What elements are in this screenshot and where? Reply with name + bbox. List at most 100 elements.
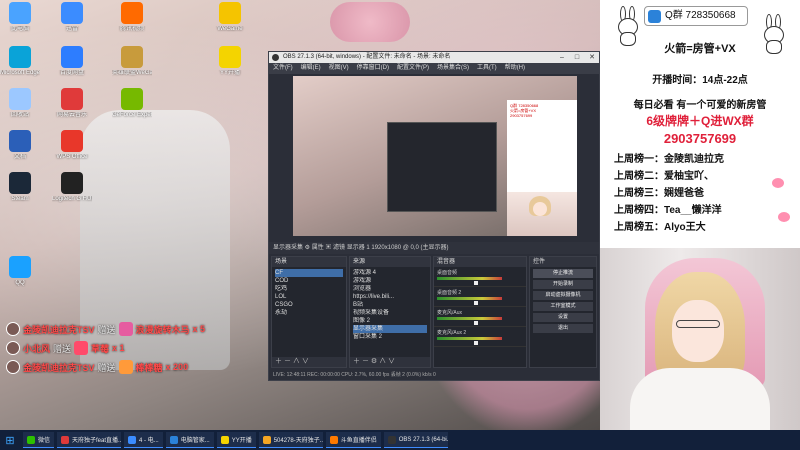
webcam-feed	[600, 248, 800, 430]
obs-menu-item[interactable]: 视图(V)	[329, 63, 349, 74]
taskbar-item[interactable]: 4 - 电...	[124, 432, 163, 448]
app-icon	[220, 435, 229, 444]
list-item[interactable]: 游戏源	[353, 277, 427, 285]
list-item[interactable]: 浏览器	[353, 285, 427, 293]
volume-slider-handle[interactable]	[474, 341, 478, 345]
obs-titlebar[interactable]: OBS 27.1.3 (64-bit, windows) - 配置文件: 未命名…	[269, 52, 599, 63]
obs-preview[interactable]: Q群 728350668 火箭=房管+VX 2903757699	[293, 76, 577, 236]
desktop-icon[interactable]: WeGame	[210, 2, 250, 33]
list-item[interactable]: CSGO	[275, 301, 343, 309]
wx-group-number: 2903757699	[663, 131, 737, 146]
mixer-channel-label: 麦克风/Aux 2	[437, 330, 467, 336]
desktop-icon[interactable]: 迅雷	[52, 2, 92, 33]
windows-start-icon[interactable]: ⊞	[0, 430, 20, 450]
mixer-channel[interactable]: 桌面音频	[434, 267, 526, 287]
list-item[interactable]: CF	[275, 269, 343, 277]
taskbar-item-label: 天府独子feat直播...	[72, 438, 122, 444]
desktop-icon[interactable]: WPS Office	[52, 130, 92, 161]
desktop-icon[interactable]: 回收站	[0, 88, 40, 119]
recycle-bin-icon	[9, 88, 31, 110]
mixer-channel[interactable]: 桌面音频 2	[434, 287, 526, 307]
control-button[interactable]: 退出	[533, 324, 593, 333]
desktop-icon[interactable]: Microsoft Edge	[0, 46, 40, 77]
desktop-icon[interactable]: YY开播	[210, 46, 250, 77]
avatar	[6, 341, 20, 355]
list-item[interactable]: 永劫	[275, 309, 343, 317]
taskbar-item[interactable]: 天府独子feat直播...	[57, 432, 122, 448]
minimize-icon[interactable]: –	[555, 52, 569, 63]
taskbar-item[interactable]: 电脑管家...	[165, 432, 214, 448]
control-button[interactable]: 开始录制	[533, 280, 593, 289]
mixer-channel-label: 桌面音频	[437, 270, 458, 276]
desktop-icon[interactable]: QQ	[0, 256, 40, 287]
dock-controls[interactable]: ＋ － ⚙ ∧ ∨	[350, 357, 430, 367]
close-icon[interactable]: ✕	[585, 52, 599, 63]
desktop-icon[interactable]: Logitech G HUB	[52, 172, 92, 203]
volume-slider-handle[interactable]	[474, 301, 478, 305]
danmaku-action: 赠送	[97, 362, 116, 373]
list-item[interactable]: 游戏源 4	[353, 269, 427, 277]
sources-list: 游戏源 4 游戏源 浏览器 https://live.bili... B站 视频采集设备图…	[350, 267, 430, 343]
desktop-icon[interactable]: 网易云音乐	[52, 88, 92, 119]
wegame-icon	[219, 2, 241, 24]
rocket-reward-line: 火箭=房管+VX	[664, 43, 736, 55]
mixer-channel[interactable]: 麦克风/Aux 2	[434, 327, 526, 347]
list-item[interactable]: 视频采集设备	[353, 309, 427, 317]
taskbar-item[interactable]: 微信	[23, 432, 55, 448]
desktop-icon[interactable]: 文档	[0, 130, 40, 161]
taskbar-item[interactable]: YY开播	[216, 432, 256, 448]
obs-window[interactable]: OBS 27.1.3 (64-bit, windows) - 配置文件: 未命名…	[268, 51, 600, 381]
list-item[interactable]: 显示器采集	[353, 325, 427, 333]
obs-menu-item[interactable]: 场景集合(S)	[437, 63, 469, 74]
control-button[interactable]: 启动虚拟摄像机	[533, 291, 593, 300]
obs-source-toolbar[interactable]: 显示器采集 ⚙ 属性 ▣ 滤镜 显示器 1 1920x1080 @ 0,0 (主…	[269, 242, 599, 254]
maximize-icon[interactable]: □	[570, 52, 584, 63]
volume-slider-handle[interactable]	[474, 321, 478, 325]
desktop-icon[interactable]: 百度网盘	[52, 46, 92, 77]
list-item[interactable]: https://live.bili...	[353, 293, 427, 301]
obs-menubar: 文件(F) 编辑(E) 视图(V) 停靠窗口(D) 配置文件(P) 场景集合(S) 工具(T…	[269, 63, 599, 74]
mixer-channel[interactable]: 麦克风/Aux	[434, 307, 526, 327]
list-item[interactable]: B站	[353, 301, 427, 309]
danmaku-gift: 草莓	[91, 343, 110, 354]
list-item[interactable]: 窗口采集 2	[353, 333, 427, 341]
taskbar-item[interactable]: 504278-天府独子...	[258, 432, 323, 448]
list-item[interactable]: COD	[275, 277, 343, 285]
computer-icon	[9, 2, 31, 24]
control-button[interactable]: 设置	[533, 313, 593, 322]
wps-icon	[61, 130, 83, 152]
desktop-icon[interactable]: GeForce Experience	[112, 88, 152, 119]
control-button[interactable]: 停止推流	[533, 269, 593, 278]
taskbar-item[interactable]: OBS 27.1.3 (64-bi...	[383, 432, 448, 448]
volume-meter	[437, 337, 502, 340]
taskbar-item-label: 504278-天府独子...	[273, 438, 323, 444]
obs-menu-item[interactable]: 文件(F)	[273, 63, 293, 74]
mixer-channel-label: 桌面音频 2	[437, 290, 462, 296]
rank-line-1: 上周榜一：金陵凯迪拉克	[614, 154, 724, 165]
desktop-icon-label: Steam	[11, 196, 29, 202]
steam-icon	[9, 172, 31, 194]
volume-slider-handle[interactable]	[474, 281, 478, 285]
list-item[interactable]: 图像 2	[353, 317, 427, 325]
lol-wegame-icon	[121, 46, 143, 68]
desktop-icon[interactable]: 此电脑	[0, 2, 40, 33]
list-item[interactable]: 吃鸡	[275, 285, 343, 293]
taskbar-item-label: 斗鱼直播伴侣	[340, 438, 377, 444]
dock-controls[interactable]: ＋ － ∧ ∨	[272, 357, 346, 367]
obs-menu-item[interactable]: 工具(T)	[477, 63, 497, 74]
app-icon	[61, 435, 70, 444]
rank-line-4: 上周榜四：Tea__懒洋洋	[614, 205, 722, 216]
desktop-icon[interactable]: 英雄联盟WeGame版	[112, 46, 152, 77]
list-item[interactable]: LOL	[275, 293, 343, 301]
obs-menu-item[interactable]: 编辑(E)	[301, 63, 321, 74]
taskbar-item[interactable]: 斗鱼直播伴侣	[325, 432, 381, 448]
obs-menu-item[interactable]: 配置文件(P)	[397, 63, 429, 74]
danmaku-count: x 1	[112, 343, 125, 353]
obs-menu-item[interactable]: 停靠窗口(D)	[357, 63, 389, 74]
desktop-icon[interactable]: 腾讯视频	[112, 2, 152, 33]
desktop-icon[interactable]: Steam	[0, 172, 40, 203]
qq-icon	[648, 10, 661, 23]
obs-menu-item[interactable]: 帮助(H)	[505, 63, 525, 74]
volume-meter	[437, 317, 502, 320]
control-button[interactable]: 工作室模式	[533, 302, 593, 311]
